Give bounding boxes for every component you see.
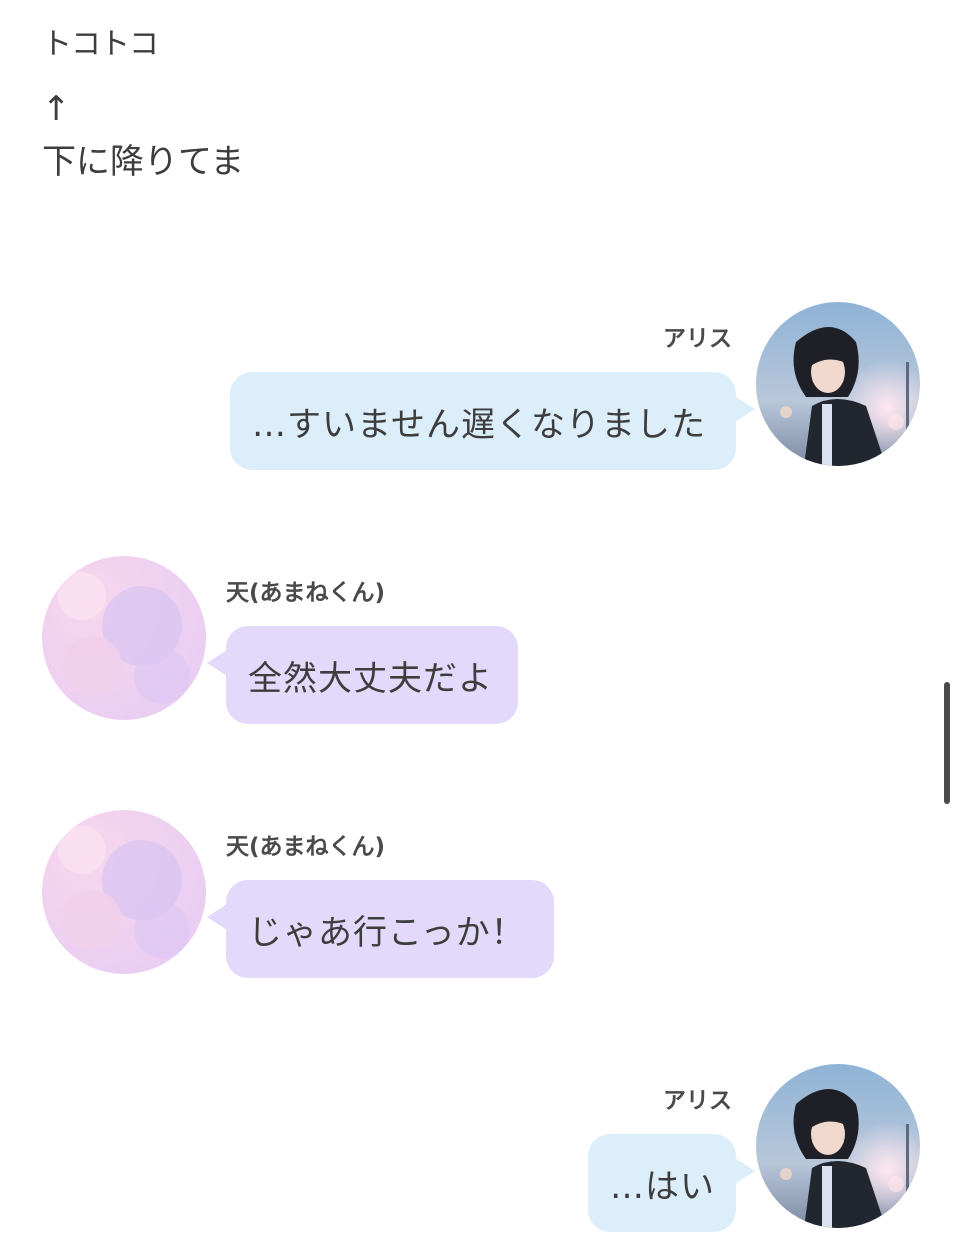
alice-avatar[interactable] [756,1064,920,1228]
scrollbar-thumb[interactable] [944,682,950,804]
message-bubble: …すいません遅くなりました [230,372,736,470]
speaker-name: 天(あまねくん) [226,834,386,860]
amane-avatar[interactable] [42,556,206,720]
bubble-tail [735,396,755,422]
arrow-text: ↑ [42,89,71,129]
message-bubble: じゃあ行こっか！ [226,880,554,978]
bubble-tail [735,1158,755,1184]
speaker-name: アリス [663,326,732,352]
amane-avatar[interactable] [42,810,206,974]
speaker-name: アリス [663,1088,732,1114]
sound-effect-text: トコトコ [42,27,159,62]
message-bubble: …はい [588,1134,736,1232]
message-text: …すいません遅くなりました [252,404,706,445]
alice-avatar[interactable] [756,302,920,466]
message-text: …はい [610,1166,715,1207]
bubble-tail [207,650,227,676]
message-text: 全然大丈夫だよ [248,658,493,699]
message-text: じゃあ行こっか！ [248,912,526,953]
bubble-tail [207,904,227,930]
speaker-name: 天(あまねくん) [226,580,386,606]
message-bubble: 全然大丈夫だよ [226,626,518,724]
narration-line: 下に降りてま [42,142,245,182]
